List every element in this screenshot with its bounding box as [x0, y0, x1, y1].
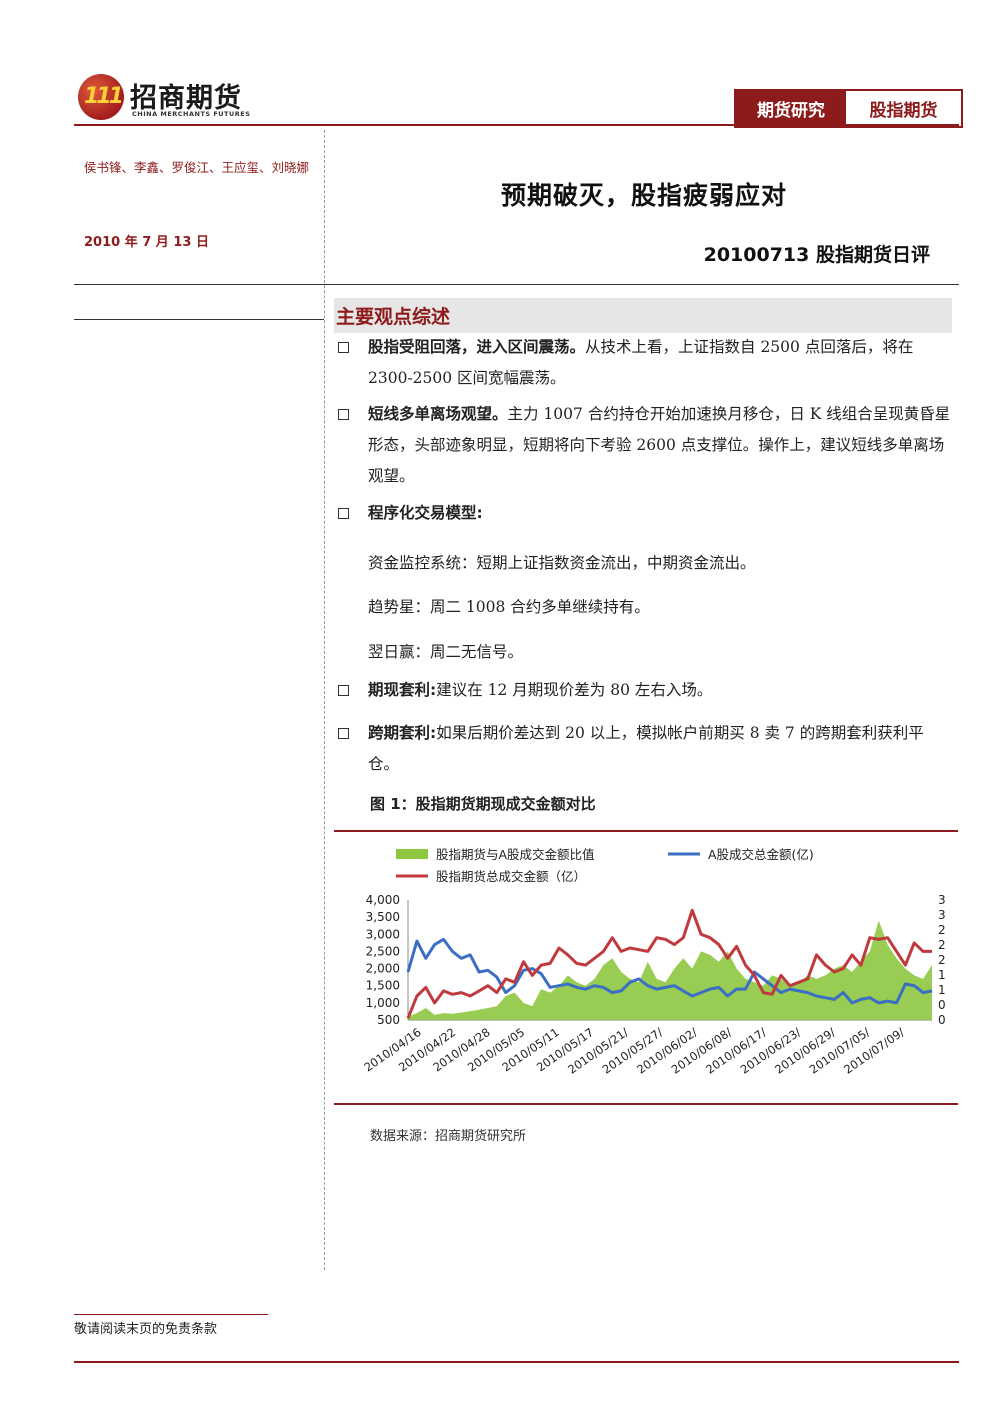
bullet-head: 短线多单离场观望。: [368, 405, 508, 423]
footer-rule: [74, 1314, 268, 1315]
legend-label: 股指期货总成交金额（亿）: [436, 869, 586, 884]
report-date: 2010 年 7 月 13 日: [84, 235, 209, 250]
page-bottom-rule: [74, 1361, 959, 1363]
report-subtitle: 20100713 股指期货日评: [703, 244, 930, 266]
column-divider: [324, 130, 325, 1270]
y-tick-label: 500: [377, 1013, 400, 1027]
y2-tick-label: 2: [938, 938, 946, 952]
header-divider: [74, 124, 959, 126]
section-heading-bar: 主要观点综述: [334, 298, 952, 333]
checkbox-icon: [338, 685, 349, 696]
y2-tick-label: 3: [938, 908, 946, 922]
divider-upper: [74, 284, 959, 285]
divider-left: [74, 319, 324, 320]
y-tick-label: 2,500: [366, 944, 400, 958]
legend-label: 股指期货与A股成交金额比值: [436, 847, 595, 862]
bullet-head: 股指受阻回落，进入区间震荡。: [368, 338, 586, 356]
disclaimer-note: 敬请阅读末页的免责条款: [74, 1322, 218, 1337]
logo-name-en: CHINA MERCHANTS FUTURES: [132, 110, 251, 118]
legend-swatch: [396, 849, 428, 859]
y-tick-label: 3,500: [366, 910, 400, 924]
figure-top-rule: [334, 830, 958, 832]
turnover-chart: 股指期货与A股成交金额比值 A股成交总金额(亿) 股指期货总成交金额（亿） 4,000…: [361, 847, 946, 1077]
y-tick-label: 3,000: [366, 927, 400, 941]
bullet-item: 期现套利:建议在 12 月期现价差为 80 左右入场。: [338, 675, 953, 706]
data-source: 数据来源：招商期货研究所: [370, 1129, 527, 1144]
y2-tick-label: 1: [938, 968, 946, 982]
figure-title: 图 1：股指期货期现成交金额对比: [370, 795, 596, 813]
model-line: 趋势星：周二 1008 合约多单继续持有。: [368, 598, 650, 616]
y-tick-label: 2,000: [366, 962, 400, 976]
section-heading: 主要观点综述: [336, 306, 451, 328]
model-line: 资金监控系统：短期上证指数资金流出，中期资金流出。: [368, 554, 756, 572]
bullet-item: 股指受阻回落，进入区间震荡。从技术上看，上证指数自 2500 点回落后，将在 2…: [338, 332, 953, 394]
y2-tick-label: 0: [938, 998, 946, 1012]
bullet-body: 建议在 12 月期现价差为 80 左右入场。: [436, 681, 713, 699]
tag-stock-index-futures: 股指期货: [846, 91, 961, 126]
report-title: 预期破灭，股指疲弱应对: [500, 181, 787, 210]
bullet-head: 程序化交易模型:: [368, 504, 483, 522]
logo-mark-icon: 111: [78, 74, 124, 120]
checkbox-icon: [338, 409, 349, 420]
checkbox-icon: [338, 728, 349, 739]
figure-bottom-rule: [334, 1103, 958, 1105]
y2-tick-label: 3: [938, 893, 946, 907]
y2-tick-label: 2: [938, 953, 946, 967]
checkbox-icon: [338, 342, 349, 353]
legend-label: A股成交总金额(亿): [708, 847, 814, 862]
y2-tick-label: 1: [938, 983, 946, 997]
header-tags: 期货研究 股指期货: [734, 89, 963, 128]
company-logo: 111 招商期货 CHINA MERCHANTS FUTURES: [78, 74, 258, 124]
y2-tick-label: 0: [938, 1013, 946, 1027]
bullet-body: 如果后期价差达到 20 以上，模拟帐户前期买 8 卖 7 的跨期套利获利平仓。: [368, 724, 924, 773]
model-line: 翌日赢：周二无信号。: [368, 643, 524, 661]
tag-futures-research: 期货研究: [736, 91, 846, 126]
y-tick-label: 1,500: [366, 979, 400, 993]
bullet-item: 程序化交易模型:: [338, 498, 953, 529]
y-tick-label: 1,000: [366, 996, 400, 1010]
bullet-item: 短线多单离场观望。主力 1007 合约持仓开始加速换月移仓，日 K 线组合呈现黄…: [338, 399, 953, 492]
checkbox-icon: [338, 508, 349, 519]
bullet-head: 期现套利:: [368, 681, 437, 699]
bullet-head: 跨期套利:: [368, 724, 437, 742]
bullet-item: 跨期套利:如果后期价差达到 20 以上，模拟帐户前期买 8 卖 7 的跨期套利获…: [338, 718, 953, 780]
y-tick-label: 4,000: [366, 893, 400, 907]
authors: 侯书锋、李鑫、罗俊江、王应玺、刘晓娜: [84, 160, 310, 175]
y2-tick-label: 2: [938, 923, 946, 937]
